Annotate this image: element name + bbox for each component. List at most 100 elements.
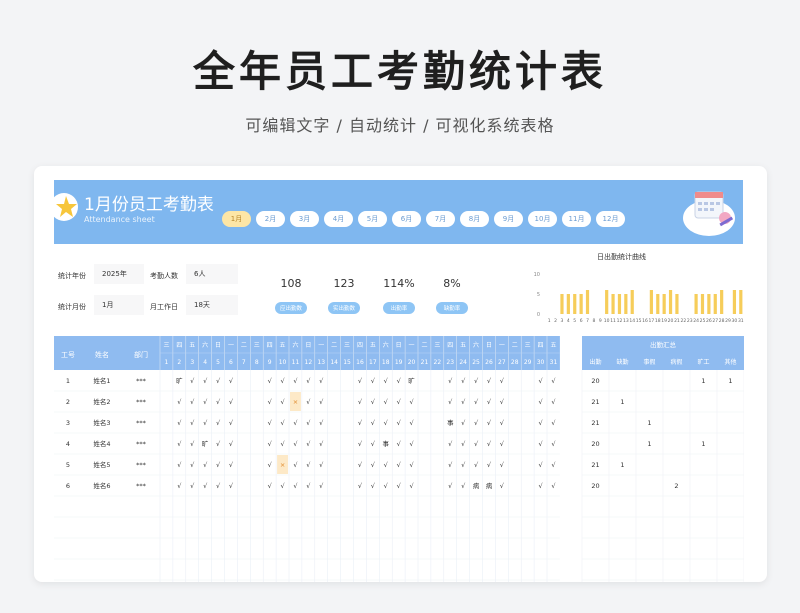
attendance-mark[interactable]: 事 xyxy=(447,418,454,427)
attendance-mark[interactable]: √ xyxy=(461,398,466,406)
tab-month-6[interactable]: 6月 xyxy=(392,211,421,227)
attendance-mark[interactable]: 事 xyxy=(383,439,390,448)
attendance-mark[interactable]: √ xyxy=(461,482,466,490)
attendance-mark[interactable]: √ xyxy=(551,419,556,427)
attendance-mark[interactable]: √ xyxy=(319,398,324,406)
attendance-mark[interactable]: √ xyxy=(371,398,376,406)
attendance-mark[interactable]: √ xyxy=(319,440,324,448)
attendance-mark[interactable]: √ xyxy=(203,461,208,469)
attendance-mark[interactable]: √ xyxy=(461,419,466,427)
tab-month-2[interactable]: 2月 xyxy=(256,211,285,227)
attendance-mark[interactable]: √ xyxy=(538,377,543,385)
attendance-mark[interactable]: √ xyxy=(371,419,376,427)
attendance-mark[interactable]: √ xyxy=(384,377,389,385)
attendance-mark[interactable]: √ xyxy=(474,440,479,448)
attendance-mark[interactable]: √ xyxy=(409,419,414,427)
attendance-mark[interactable]: √ xyxy=(190,461,195,469)
attendance-mark[interactable]: √ xyxy=(280,398,285,406)
attendance-mark[interactable]: √ xyxy=(216,419,221,427)
attendance-mark[interactable]: × xyxy=(280,461,285,469)
attendance-mark[interactable]: √ xyxy=(397,419,402,427)
attendance-mark[interactable]: √ xyxy=(409,461,414,469)
attendance-mark[interactable]: √ xyxy=(280,377,285,385)
attendance-mark[interactable]: √ xyxy=(216,398,221,406)
tab-month-9[interactable]: 9月 xyxy=(494,211,523,227)
workdays-field[interactable]: 18天 xyxy=(186,295,238,315)
attendance-mark[interactable]: √ xyxy=(268,482,273,490)
attendance-mark[interactable]: √ xyxy=(268,377,273,385)
tab-month-7[interactable]: 7月 xyxy=(426,211,455,227)
attendance-mark[interactable]: √ xyxy=(500,419,505,427)
attendance-mark[interactable]: √ xyxy=(229,482,234,490)
attendance-mark[interactable]: √ xyxy=(177,461,182,469)
year-field[interactable]: 2025年 xyxy=(94,264,144,284)
attendance-mark[interactable]: √ xyxy=(397,461,402,469)
tab-month-10[interactable]: 10月 xyxy=(528,211,557,227)
attendance-mark[interactable]: √ xyxy=(280,440,285,448)
tab-month-8[interactable]: 8月 xyxy=(460,211,489,227)
attendance-mark[interactable]: √ xyxy=(177,482,182,490)
attendance-mark[interactable]: √ xyxy=(319,482,324,490)
attendance-mark[interactable]: √ xyxy=(474,419,479,427)
attendance-mark[interactable]: √ xyxy=(216,461,221,469)
attendance-mark[interactable]: √ xyxy=(203,482,208,490)
attendance-mark[interactable]: √ xyxy=(306,419,311,427)
attendance-mark[interactable]: √ xyxy=(500,482,505,490)
attendance-mark[interactable]: √ xyxy=(448,461,453,469)
attendance-mark[interactable]: √ xyxy=(551,461,556,469)
attendance-mark[interactable]: √ xyxy=(229,440,234,448)
attendance-mark[interactable]: √ xyxy=(409,440,414,448)
attendance-mark[interactable]: 病 xyxy=(473,481,480,490)
attendance-mark[interactable]: √ xyxy=(551,377,556,385)
attendance-mark[interactable]: √ xyxy=(319,377,324,385)
attendance-mark[interactable]: √ xyxy=(397,398,402,406)
kpi-actual-label[interactable]: 实出勤数 xyxy=(328,302,360,314)
attendance-mark[interactable]: √ xyxy=(448,440,453,448)
attendance-mark[interactable]: √ xyxy=(371,377,376,385)
attendance-mark[interactable]: √ xyxy=(371,461,376,469)
attendance-mark[interactable]: √ xyxy=(293,482,298,490)
attendance-mark[interactable]: √ xyxy=(384,398,389,406)
attendance-mark[interactable]: √ xyxy=(268,398,273,406)
attendance-mark[interactable]: √ xyxy=(268,419,273,427)
attendance-mark[interactable]: √ xyxy=(500,440,505,448)
attendance-mark[interactable]: √ xyxy=(190,482,195,490)
attendance-mark[interactable]: √ xyxy=(358,461,363,469)
attendance-mark[interactable]: √ xyxy=(293,419,298,427)
attendance-mark[interactable]: √ xyxy=(229,398,234,406)
attendance-mark[interactable]: √ xyxy=(306,482,311,490)
tab-month-3[interactable]: 3月 xyxy=(290,211,319,227)
attendance-mark[interactable]: √ xyxy=(216,482,221,490)
attendance-mark[interactable]: √ xyxy=(384,461,389,469)
attendance-mark[interactable]: √ xyxy=(487,398,492,406)
tab-month-11[interactable]: 11月 xyxy=(562,211,591,227)
attendance-mark[interactable]: √ xyxy=(268,440,273,448)
attendance-mark[interactable]: √ xyxy=(177,419,182,427)
attendance-mark[interactable]: √ xyxy=(306,377,311,385)
attendance-mark[interactable]: √ xyxy=(384,419,389,427)
attendance-mark[interactable]: 旷 xyxy=(202,439,209,448)
kpi-expected-label[interactable]: 应出勤数 xyxy=(275,302,307,314)
tab-month-4[interactable]: 4月 xyxy=(324,211,353,227)
attendance-mark[interactable]: √ xyxy=(306,440,311,448)
attendance-mark[interactable]: √ xyxy=(293,440,298,448)
attendance-mark[interactable]: √ xyxy=(448,377,453,385)
attendance-mark[interactable]: √ xyxy=(474,461,479,469)
attendance-mark[interactable]: √ xyxy=(538,398,543,406)
attendance-mark[interactable]: √ xyxy=(461,440,466,448)
attendance-mark[interactable]: √ xyxy=(538,482,543,490)
attendance-mark[interactable]: √ xyxy=(358,377,363,385)
attendance-mark[interactable]: √ xyxy=(229,377,234,385)
attendance-mark[interactable]: 病 xyxy=(486,481,493,490)
attendance-mark[interactable]: √ xyxy=(500,377,505,385)
kpi-rate-label[interactable]: 出勤率 xyxy=(383,302,415,314)
attendance-mark[interactable]: √ xyxy=(551,482,556,490)
attendance-mark[interactable]: √ xyxy=(280,482,285,490)
attendance-mark[interactable]: √ xyxy=(474,377,479,385)
attendance-mark[interactable]: √ xyxy=(538,461,543,469)
attendance-mark[interactable]: √ xyxy=(461,461,466,469)
attendance-mark[interactable]: √ xyxy=(487,461,492,469)
attendance-mark[interactable]: √ xyxy=(371,482,376,490)
attendance-mark[interactable]: √ xyxy=(358,398,363,406)
tab-month-5[interactable]: 5月 xyxy=(358,211,387,227)
